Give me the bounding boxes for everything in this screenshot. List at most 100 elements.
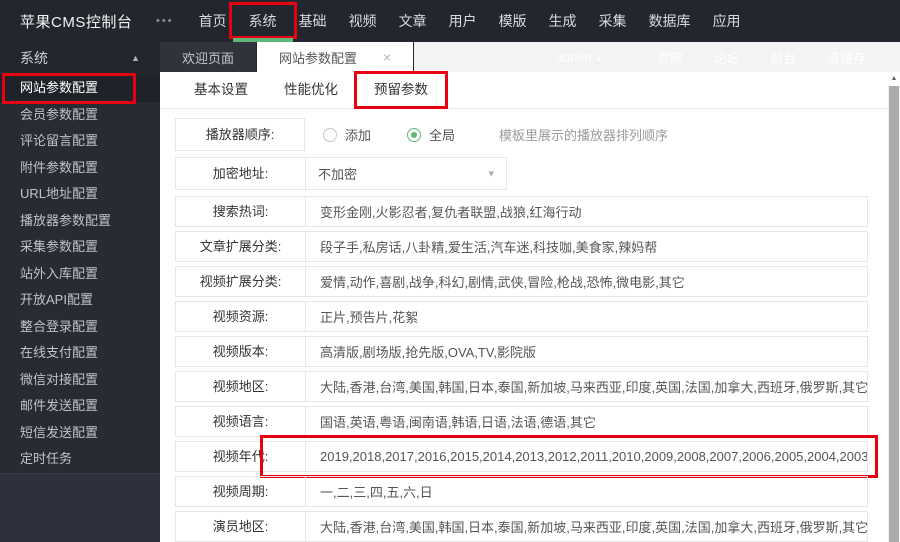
field-input[interactable]: 正片,预告片,花絮 bbox=[306, 307, 867, 326]
sidebar-item[interactable]: 评论留言配置 bbox=[0, 128, 160, 155]
field-label: 视频周期: bbox=[176, 477, 306, 506]
sidebar-group-label: 系统 bbox=[20, 50, 48, 66]
app-title: 苹果CMS控制台 bbox=[20, 13, 133, 31]
field-input[interactable]: 高清版,剧场版,抢先版,OVA,TV,影院版 bbox=[306, 342, 867, 361]
sidebar-item[interactable]: 邮件发送配置 bbox=[0, 393, 160, 420]
scrollbar[interactable]: ▲ bbox=[888, 72, 900, 542]
sidebar-item[interactable]: 播放器参数配置 bbox=[0, 208, 160, 235]
header-link[interactable]: 清缓存 bbox=[827, 51, 866, 66]
settings-form: 播放器顺序: 添加 全局 模板里展示的播放器排列顺序 加密地址: 不加密 ▾ 搜… bbox=[160, 109, 900, 542]
tab-label: 网站参数配置 bbox=[279, 50, 358, 66]
radio-label: 添加 bbox=[345, 128, 372, 143]
nav-item[interactable]: 数据库 bbox=[638, 0, 702, 42]
sidebar-item[interactable]: 定时任务 bbox=[0, 446, 160, 473]
sidebar-item[interactable]: 会员参数配置 bbox=[0, 102, 160, 129]
form-row: 视频语言: 国语,英语,粤语,闽南语,韩语,日语,法语,德语,其它 bbox=[175, 406, 868, 437]
header-link[interactable]: 官网 bbox=[657, 51, 683, 66]
nav-item[interactable]: 生成 bbox=[538, 0, 588, 42]
chevron-down-icon: ▼ bbox=[595, 54, 604, 64]
encrypt-row: 加密地址: 不加密 ▾ bbox=[175, 157, 507, 190]
radio-icon bbox=[407, 127, 422, 142]
form-row: 视频地区: 大陆,香港,台湾,美国,韩国,日本,泰国,新加坡,马来西亚,印度,英… bbox=[175, 371, 868, 402]
form-row: 视频资源: 正片,预告片,花絮 bbox=[175, 301, 868, 332]
scroll-up-icon[interactable]: ▲ bbox=[888, 72, 900, 86]
nav-item[interactable]: 基础 bbox=[288, 0, 338, 42]
nav-item[interactable]: 系统 bbox=[228, 0, 297, 42]
field-input[interactable]: 爱情,动作,喜剧,战争,科幻,剧情,武侠,冒险,枪战,恐怖,微电影,其它 bbox=[306, 272, 867, 291]
sidebar-item[interactable]: 在线支付配置 bbox=[0, 340, 160, 367]
main-nav: 首页 系统 基础 视频 文章 用户 模版 生成 采集 数据库 应用 bbox=[188, 0, 752, 42]
field-label: 视频地区: bbox=[176, 372, 306, 401]
field-label: 视频语言: bbox=[176, 407, 306, 436]
sidebar-item[interactable]: 短信发送配置 bbox=[0, 420, 160, 447]
field-input[interactable]: 变形金刚,火影忍者,复仇者联盟,战狼,红海行动 bbox=[306, 202, 867, 221]
player-order-options: 添加 全局 bbox=[323, 125, 455, 144]
tab[interactable]: 网站参数配置 × bbox=[257, 42, 415, 72]
form-row: 演员地区: 大陆,香港,台湾,美国,韩国,日本,泰国,新加坡,马来西亚,印度,英… bbox=[175, 511, 868, 542]
form-rows: 搜索热词: 变形金刚,火影忍者,复仇者联盟,战狼,红海行动 文章扩展分类: 段子… bbox=[175, 196, 900, 542]
field-input[interactable]: 2019,2018,2017,2016,2015,2014,2013,2012,… bbox=[306, 449, 867, 464]
subtab[interactable]: 基本设置 bbox=[180, 78, 262, 102]
radio-icon bbox=[323, 127, 337, 142]
form-row: 视频周期: 一,二,三,四,五,六,日 bbox=[175, 476, 868, 507]
field-label: 加密地址: bbox=[176, 158, 306, 189]
settings-subtabs: 基本设置 性能优化 预留参数 bbox=[160, 71, 900, 109]
sidebar-item[interactable]: 网站参数配置 bbox=[0, 73, 160, 103]
header-link[interactable]: 论坛 bbox=[714, 51, 740, 66]
sidebar-group-system[interactable]: 系统 ▲ bbox=[0, 42, 160, 75]
form-row: 文章扩展分类: 段子手,私房话,八卦精,爱生活,汽车迷,科技咖,美食家,辣妈帮 bbox=[175, 231, 868, 262]
header-link[interactable]: 前台 bbox=[770, 51, 796, 66]
field-input[interactable]: 大陆,香港,台湾,美国,韩国,日本,泰国,新加坡,马来西亚,印度,英国,法国,加… bbox=[306, 377, 867, 396]
close-tab-icon[interactable]: × bbox=[383, 49, 391, 65]
field-label: 搜索热词: bbox=[176, 197, 306, 226]
nav-item[interactable]: 模版 bbox=[488, 0, 538, 42]
main-content: 欢迎页面 × 网站参数配置 × admin ▼ 官网 bbox=[160, 42, 900, 542]
nav-item[interactable]: 采集 bbox=[588, 0, 638, 42]
scrollbar-thumb[interactable] bbox=[889, 86, 899, 542]
radio-label: 全局 bbox=[429, 128, 456, 143]
sidebar-footer bbox=[0, 472, 160, 542]
tab-label: 欢迎页面 bbox=[182, 50, 235, 66]
sidebar-item[interactable]: 站外入库配置 bbox=[0, 261, 160, 288]
more-menu-icon[interactable]: ••• bbox=[156, 15, 174, 27]
sidebar-item[interactable]: 开放API配置 bbox=[0, 287, 160, 314]
radio-option[interactable]: 全局 bbox=[407, 125, 455, 144]
encrypt-select[interactable]: 不加密 ▾ bbox=[306, 158, 506, 189]
tab[interactable]: 欢迎页面 × bbox=[160, 42, 258, 72]
field-input[interactable]: 国语,英语,粤语,闽南语,韩语,日语,法语,德语,其它 bbox=[306, 412, 867, 431]
sidebar-item[interactable]: 微信对接配置 bbox=[0, 367, 160, 394]
radio-option[interactable]: 添加 bbox=[323, 125, 371, 144]
select-caret-icon: ▾ bbox=[488, 168, 494, 180]
field-label: 视频资源: bbox=[176, 302, 306, 331]
field-input[interactable]: 大陆,香港,台湾,美国,韩国,日本,泰国,新加坡,马来西亚,印度,英国,法国,加… bbox=[306, 517, 867, 536]
form-row: 视频年代: 2019,2018,2017,2016,2015,2014,2013… bbox=[175, 435, 878, 478]
sidebar: 系统 ▲ 网站参数配置 会员参数配置 评论留言配置 附件参数配置 URL地址配置… bbox=[0, 42, 160, 542]
nav-item[interactable]: 应用 bbox=[702, 0, 752, 42]
nav-item[interactable]: 文章 bbox=[388, 0, 438, 42]
subtab[interactable]: 预留参数 bbox=[354, 71, 448, 109]
nav-item[interactable]: 用户 bbox=[438, 0, 488, 42]
player-order-row: 播放器顺序: 添加 全局 模板里展示的播放器排列顺序 bbox=[175, 117, 900, 152]
field-input[interactable]: 段子手,私房话,八卦精,爱生活,汽车迷,科技咖,美食家,辣妈帮 bbox=[306, 237, 867, 256]
header-user-area: admin ▼ 官网 论坛 前台 清缓存 bbox=[414, 42, 900, 72]
form-row: 视频扩展分类: 爱情,动作,喜剧,战争,科幻,剧情,武侠,冒险,枪战,恐怖,微电… bbox=[175, 266, 868, 297]
sidebar-item[interactable]: 附件参数配置 bbox=[0, 155, 160, 182]
sidebar-item[interactable]: 采集参数配置 bbox=[0, 234, 160, 261]
field-label: 演员地区: bbox=[176, 512, 306, 541]
sidebar-item[interactable]: URL地址配置 bbox=[0, 181, 160, 208]
select-value: 不加密 bbox=[318, 167, 358, 182]
field-label: 视频版本: bbox=[176, 337, 306, 366]
field-label: 视频年代: bbox=[176, 442, 306, 471]
sidebar-menu: 网站参数配置 会员参数配置 评论留言配置 附件参数配置 URL地址配置 播放器参… bbox=[0, 73, 160, 473]
field-label: 文章扩展分类: bbox=[176, 232, 306, 261]
collapse-caret-icon: ▲ bbox=[131, 53, 140, 63]
form-row: 视频版本: 高清版,剧场版,抢先版,OVA,TV,影院版 bbox=[175, 336, 868, 367]
subtab[interactable]: 性能优化 bbox=[270, 78, 352, 102]
sidebar-item[interactable]: 整合登录配置 bbox=[0, 314, 160, 341]
open-tabs: 欢迎页面 × 网站参数配置 × bbox=[160, 42, 415, 72]
user-menu[interactable]: admin ▼ bbox=[556, 50, 603, 65]
field-input[interactable]: 一,二,三,四,五,六,日 bbox=[306, 482, 867, 501]
top-navbar: 苹果CMS控制台 ••• 首页 系统 基础 视频 文章 用户 模版 生成 采集 … bbox=[0, 0, 900, 42]
field-label: 视频扩展分类: bbox=[176, 267, 306, 296]
nav-item[interactable]: 视频 bbox=[338, 0, 388, 42]
